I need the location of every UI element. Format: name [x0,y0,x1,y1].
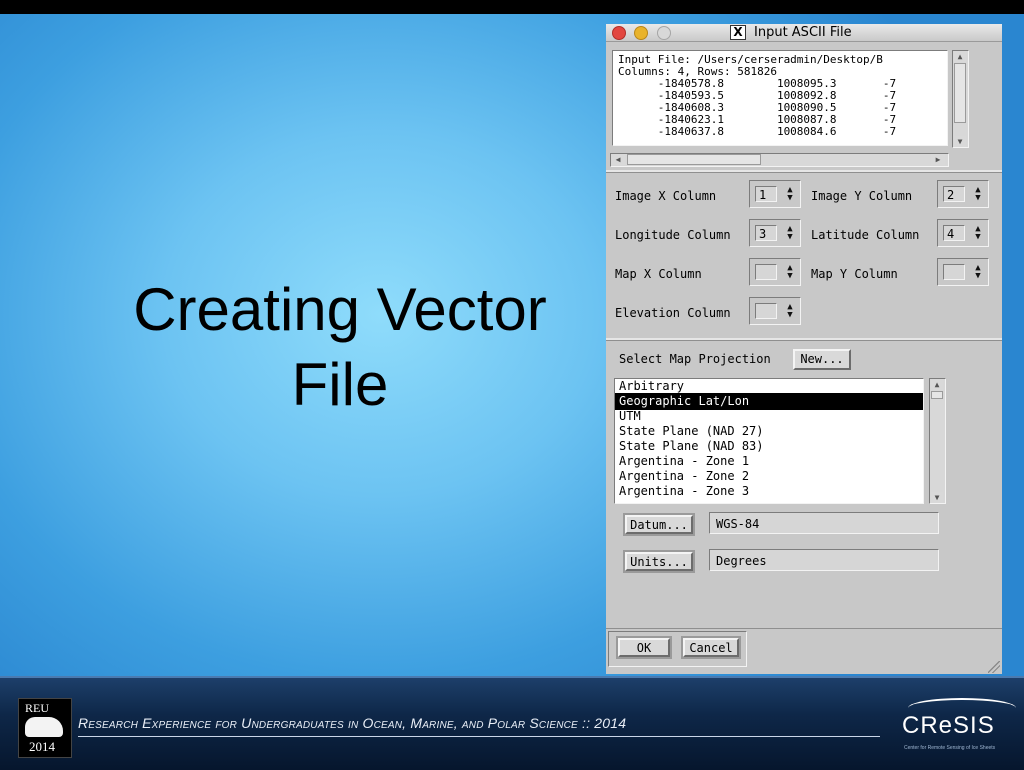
elevation-column-label: Elevation Column [615,306,731,320]
projection-list-item[interactable]: Argentina - Zone 2 [615,469,923,484]
elevation-column-spinner[interactable]: ▲ ▼ [749,297,801,325]
footer-text: Research Experience for Undergraduates i… [78,715,627,731]
map-x-column-label: Map X Column [615,267,702,281]
scroll-right-icon[interactable]: ▶ [931,154,945,165]
image-y-column-label: Image Y Column [811,189,913,203]
new-projection-button[interactable]: New... [793,349,851,370]
latitude-column-field[interactable]: 4 [943,225,965,241]
scroll-up-icon[interactable]: ▲ [954,51,966,62]
preview-vertical-scrollbar[interactable]: ▲ ▼ [952,50,969,148]
scroll-down-icon[interactable]: ▼ [954,136,966,147]
cresis-subtitle: Center for Remote Sensing of Ice Sheets [904,745,996,751]
spinner-arrows-icon[interactable]: ▲ ▼ [783,264,797,282]
map-y-column-spinner[interactable]: ▲ ▼ [937,258,989,286]
longitude-column-field[interactable]: 3 [755,225,777,241]
longitude-column-spinner[interactable]: 3 ▲ ▼ [749,219,801,247]
projection-list-item[interactable]: Geographic Lat/Lon [615,393,923,410]
x11-icon: X [730,25,746,40]
scroll-up-icon[interactable]: ▲ [931,379,943,390]
image-y-column-spinner[interactable]: 2 ▲ ▼ [937,180,989,208]
map-x-column-field[interactable] [755,264,777,280]
resize-grip-icon[interactable] [988,661,1000,673]
minimize-icon[interactable] [634,26,648,40]
projection-list-item[interactable]: UTM [615,409,923,424]
projection-list-item[interactable]: State Plane (NAD 83) [615,439,923,454]
input-ascii-file-window: X Input ASCII File Input File: /Users/ce… [606,24,1002,674]
image-y-column-field[interactable]: 2 [943,186,965,202]
projection-list-item[interactable]: Argentina - Zone 3 [615,484,923,499]
datum-button[interactable]: Datum... [625,515,693,534]
cresis-logo: CReSIS [902,712,995,739]
cancel-button[interactable]: Cancel [683,638,739,657]
map-y-column-label: Map Y Column [811,267,898,281]
preview-section: Input File: /Users/cerseradmin/Desktop/B… [606,42,1002,172]
select-map-projection-label: Select Map Projection [619,352,771,366]
projection-list-scrollbar[interactable]: ▲ ▼ [929,378,946,504]
units-field[interactable]: Degrees [709,549,939,571]
map-x-column-spinner[interactable]: ▲ ▼ [749,258,801,286]
image-x-column-field[interactable]: 1 [755,186,777,202]
map-y-column-field[interactable] [943,264,965,280]
longitude-column-label: Longitude Column [615,228,731,242]
projection-list-item[interactable]: Arbitrary [615,379,923,394]
spinner-arrows-icon[interactable]: ▲ ▼ [783,303,797,321]
spinner-arrows-icon[interactable]: ▲ ▼ [971,225,985,243]
spinner-arrows-icon[interactable]: ▲ ▼ [971,186,985,204]
scroll-thumb[interactable] [931,391,943,399]
datum-field[interactable]: WGS-84 [709,512,939,534]
projection-list[interactable]: Arbitrary Geographic Lat/Lon UTM State Plan… [614,378,924,504]
image-x-column-spinner[interactable]: 1 ▲ ▼ [749,180,801,208]
action-section: OK Cancel [606,628,1002,675]
slide-title: Creating Vector File [133,276,547,418]
footer-divider [78,736,880,737]
elevation-column-field[interactable] [755,303,777,319]
columns-section: Image X Column 1 ▲ ▼ Image Y Column 2 ▲ ▼ … [606,172,1002,340]
hscroll-thumb[interactable] [627,154,761,165]
close-icon[interactable] [612,26,626,40]
preview-horizontal-scrollbar[interactable]: ◀ ▶ [610,153,949,167]
latitude-column-spinner[interactable]: 4 ▲ ▼ [937,219,989,247]
projection-section: Select Map Projection New... Arbitrary Ge… [606,340,1002,628]
latitude-column-label: Latitude Column [811,228,920,242]
window-titlebar[interactable]: X Input ASCII File [606,24,1002,42]
zoom-icon[interactable] [657,26,671,40]
spinner-arrows-icon[interactable]: ▲ ▼ [971,264,985,282]
projection-list-item[interactable]: Argentina - Zone 1 [615,454,923,469]
polar-bear-icon [25,717,63,737]
image-x-column-label: Image X Column [615,189,717,203]
window-title: Input ASCII File [754,25,852,40]
scroll-thumb[interactable] [954,63,966,123]
scroll-down-icon[interactable]: ▼ [931,492,943,503]
slide-footer: REU 2014 Research Experience for Undergr… [0,676,1024,770]
file-preview-text[interactable]: Input File: /Users/cerseradmin/Desktop/B… [612,50,948,146]
ok-button[interactable]: OK [618,638,670,657]
spinner-arrows-icon[interactable]: ▲ ▼ [783,225,797,243]
projection-list-item[interactable]: State Plane (NAD 27) [615,424,923,439]
reu-logo: REU 2014 [18,698,72,758]
spinner-arrows-icon[interactable]: ▲ ▼ [783,186,797,204]
units-button[interactable]: Units... [625,552,693,571]
scroll-left-icon[interactable]: ◀ [611,154,625,165]
